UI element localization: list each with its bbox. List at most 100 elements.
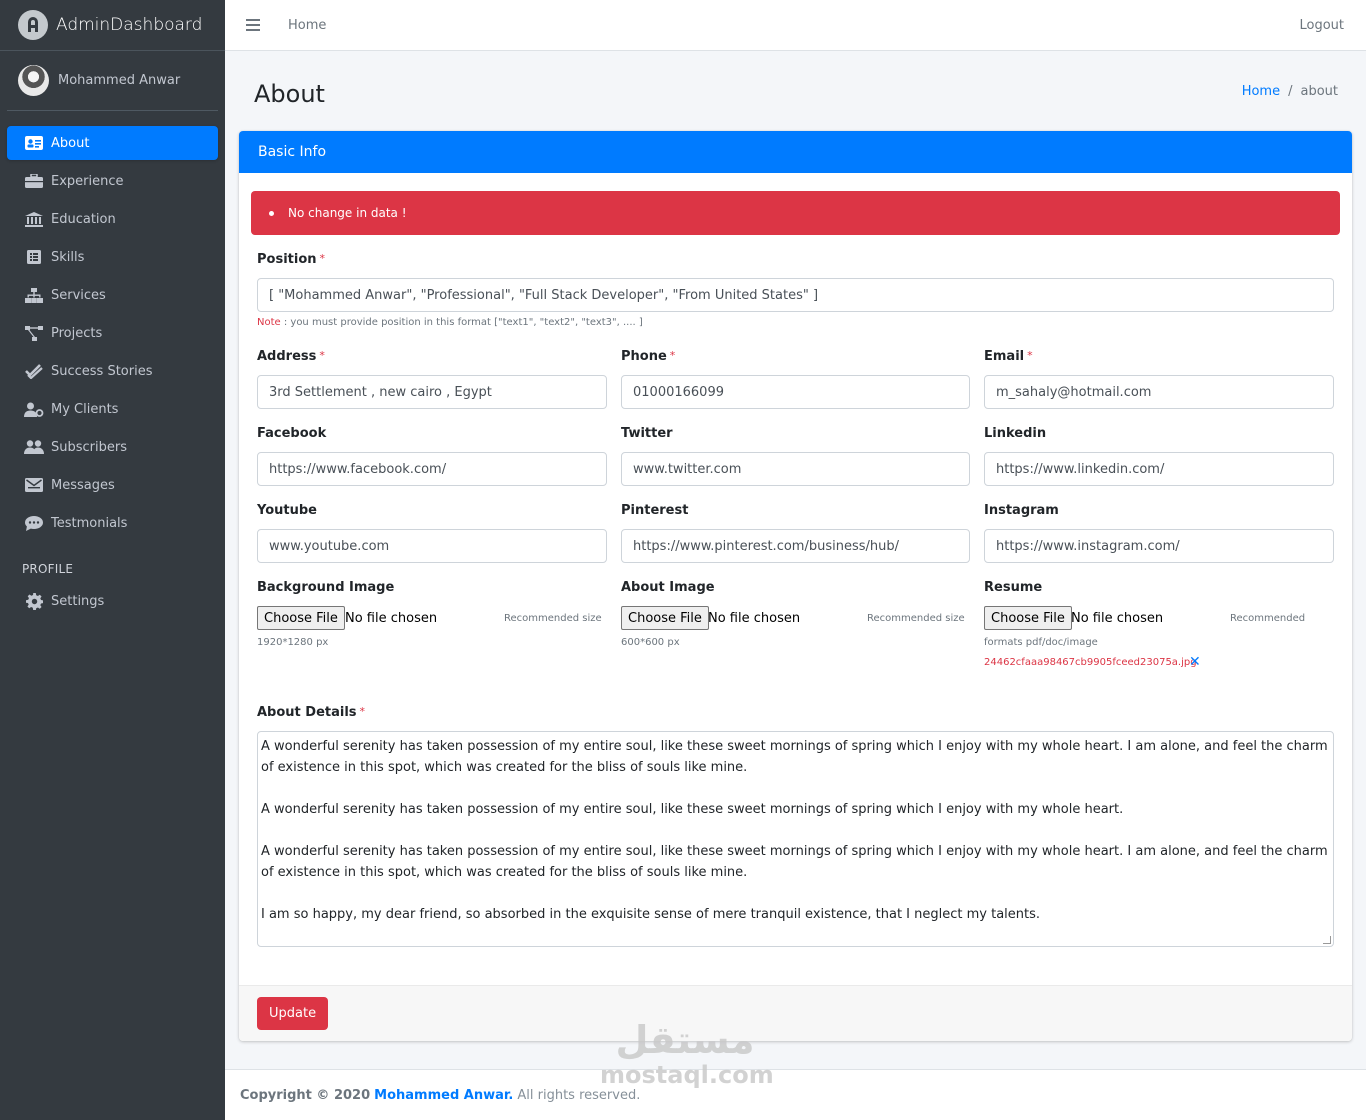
- briefcase-icon: [24, 173, 44, 189]
- resume-label: Resume: [984, 580, 1043, 595]
- menu-toggle-icon[interactable]: [246, 19, 260, 31]
- required-mark: *: [359, 705, 366, 718]
- sidebar-item-about[interactable]: About: [7, 126, 218, 160]
- sidebar-item-label: Experience: [51, 173, 124, 189]
- note-text: : you must provide position in this form…: [280, 317, 643, 328]
- watermark: مستقل mostaql.com: [600, 1018, 774, 1088]
- background-image-choose-button[interactable]: Choose File: [257, 606, 345, 630]
- breadcrumb-current: about: [1300, 84, 1338, 99]
- sidebar-item-services[interactable]: Services: [7, 278, 218, 312]
- sidebar-item-label: Skills: [51, 249, 85, 265]
- address-label-text: Address: [257, 349, 317, 364]
- sidebar-item-label: Settings: [51, 593, 105, 609]
- background-image-size: 1920*1280 px: [257, 637, 329, 648]
- required-mark: *: [669, 349, 676, 362]
- background-image-hint: Recommended size: [504, 613, 602, 624]
- required-mark: *: [319, 349, 325, 362]
- breadcrumb: Home / about: [1242, 84, 1338, 99]
- about-image-size: 600*600 px: [621, 637, 680, 648]
- youtube-label: Youtube: [257, 503, 317, 518]
- email-input[interactable]: m_sahaly@hotmail.com: [984, 375, 1334, 409]
- required-mark: *: [1027, 349, 1033, 362]
- address-label: Address *: [257, 349, 325, 364]
- resume-file-link[interactable]: 24462cfaaa98467cb9905fceed23075a.jpg: [984, 657, 1197, 668]
- watermark-arabic: مستقل: [615, 1018, 755, 1062]
- comment-icon: [24, 515, 44, 531]
- phone-label-text: Phone: [621, 349, 667, 364]
- instagram-input[interactable]: https://www.instagram.com/: [984, 529, 1334, 563]
- page-footer: Copyright © 2020 Mohammed Anwar. All rig…: [225, 1069, 1366, 1120]
- logout-link[interactable]: Logout: [1299, 18, 1344, 33]
- facebook-label: Facebook: [257, 426, 327, 441]
- card-header: Basic Info: [239, 131, 1352, 173]
- basic-info-card: Basic Info No change in data ! Position *…: [239, 131, 1352, 1041]
- breadcrumb-separator: /: [1288, 84, 1293, 99]
- youtube-input[interactable]: www.youtube.com: [257, 529, 607, 563]
- resize-handle-icon[interactable]: [1323, 936, 1331, 944]
- required-mark: *: [319, 252, 326, 265]
- update-button[interactable]: Update: [257, 997, 329, 1030]
- facebook-input[interactable]: https://www.facebook.com/: [257, 452, 607, 486]
- sidebar-item-projects[interactable]: Projects: [7, 316, 218, 350]
- sidebar-nav: About Experience Education Skills Servic…: [0, 111, 225, 618]
- top-nav-home-link[interactable]: Home: [288, 18, 326, 33]
- address-input[interactable]: 3rd Settlement , new cairo , Egypt: [257, 375, 607, 409]
- sidebar-item-messages[interactable]: Messages: [7, 468, 218, 502]
- about-image-choose-button[interactable]: Choose File: [621, 606, 709, 630]
- sidebar-item-subscribers[interactable]: Subscribers: [7, 430, 218, 464]
- email-label: Email *: [984, 349, 1033, 364]
- pinterest-label: Pinterest: [621, 503, 689, 518]
- phone-input[interactable]: 01000166099: [621, 375, 970, 409]
- sitemap-icon: [24, 287, 44, 303]
- avatar: [18, 65, 49, 96]
- linkedin-label: Linkedin: [984, 426, 1047, 441]
- about-image-hint: Recommended size: [867, 613, 965, 624]
- sidebar-item-label: About: [51, 135, 90, 151]
- twitter-input[interactable]: www.twitter.com: [621, 452, 970, 486]
- position-label: Position *: [257, 252, 325, 267]
- about-paragraph: A wonderful serenity has taken possessio…: [261, 739, 1328, 775]
- sidebar-item-success-stories[interactable]: Success Stories: [7, 354, 218, 388]
- sidebar-item-label: My Clients: [51, 401, 119, 417]
- about-paragraph: A wonderful serenity has taken possessio…: [261, 802, 1124, 817]
- page-title: About: [254, 80, 325, 108]
- position-label-text: Position: [257, 252, 317, 267]
- resume-status: No file chosen: [1071, 611, 1164, 626]
- sidebar-item-testmonials[interactable]: Testmonials: [7, 506, 218, 540]
- background-image-label: Background Image: [257, 580, 395, 595]
- about-details-label-text: About Details: [257, 705, 357, 720]
- sidebar-item-experience[interactable]: Experience: [7, 164, 218, 198]
- users-icon: [24, 439, 44, 455]
- check-double-icon: [24, 363, 44, 379]
- brand-link[interactable]: AdminDashboard: [0, 0, 225, 51]
- instagram-label: Instagram: [984, 503, 1059, 518]
- remove-file-icon[interactable]: ✕: [1189, 654, 1201, 670]
- brand-text: AdminDashboard: [56, 15, 203, 35]
- brand-logo-icon: [18, 10, 48, 40]
- bullet-icon: [269, 210, 274, 216]
- breadcrumb-home-link[interactable]: Home: [1242, 84, 1280, 99]
- about-image-status: No file chosen: [708, 611, 801, 626]
- top-navbar: Home Logout: [225, 0, 1366, 51]
- sidebar-item-education[interactable]: Education: [7, 202, 218, 236]
- sidebar-item-label: Testmonials: [51, 515, 128, 531]
- user-cog-icon: [24, 401, 44, 417]
- alert-text: No change in data !: [288, 206, 407, 220]
- user-panel[interactable]: Mohammed Anwar: [7, 51, 218, 111]
- resume-formats: formats pdf/doc/image: [984, 637, 1098, 648]
- resume-choose-button[interactable]: Choose File: [984, 606, 1072, 630]
- sidebar-item-settings[interactable]: Settings: [7, 584, 218, 618]
- linkedin-input[interactable]: https://www.linkedin.com/: [984, 452, 1334, 486]
- sidebar-item-skills[interactable]: Skills: [7, 240, 218, 274]
- sidebar-item-label: Education: [51, 211, 116, 227]
- resume-hint: Recommended: [1230, 613, 1306, 624]
- about-details-textarea[interactable]: A wonderful serenity has taken possessio…: [257, 731, 1334, 947]
- sidebar-item-my-clients[interactable]: My Clients: [7, 392, 218, 426]
- background-image-status: No file chosen: [345, 611, 438, 626]
- pinterest-input[interactable]: https://www.pinterest.com/business/hub/: [621, 529, 970, 563]
- footer-author-link[interactable]: Mohammed Anwar.: [374, 1088, 513, 1103]
- position-input[interactable]: [ "Mohammed Anwar", "Professional", "Ful…: [257, 278, 1334, 312]
- about-paragraph: I am so happy, my dear friend, so absorb…: [261, 907, 1041, 922]
- sidebar-header-profile: PROFILE: [22, 562, 74, 576]
- id-card-icon: [24, 135, 44, 151]
